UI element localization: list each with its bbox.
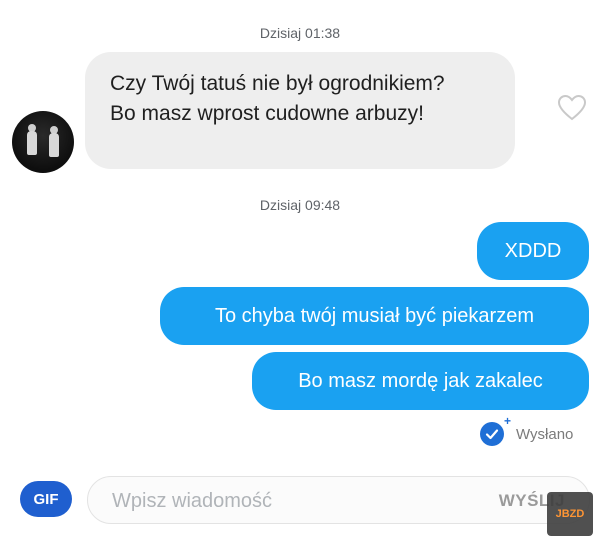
heart-icon[interactable]	[557, 94, 587, 122]
delivery-status: + Wysłano	[480, 414, 574, 449]
incoming-message-line: Bo masz wprost cudowne arbuzy!	[110, 102, 424, 125]
message-input[interactable]: Wpisz wiadomość WYŚLIJ	[87, 476, 590, 524]
plus-icon: +	[503, 414, 511, 428]
composer-bar: GIF Wpisz wiadomość WYŚLIJ	[0, 455, 600, 538]
outgoing-message[interactable]: Bo masz mordę jak zakalec	[252, 352, 589, 410]
message-input-placeholder: Wpisz wiadomość	[112, 490, 273, 512]
watermark-logo: JBZD	[547, 492, 593, 536]
avatar[interactable]	[12, 111, 74, 173]
timestamp: Dzisiaj 09:48	[259, 197, 341, 213]
check-circle-icon: +	[480, 414, 511, 446]
incoming-message[interactable]: Czy Twój tatuś nie był ogrodnikiem? Bo m…	[85, 52, 515, 169]
gif-button[interactable]: GIF	[20, 481, 72, 517]
status-label: Wysłano	[516, 425, 574, 443]
outgoing-message[interactable]: XDDD	[477, 222, 589, 280]
timestamp: Dzisiaj 01:38	[259, 25, 341, 41]
incoming-message-line: Czy Twój tatuś nie był ogrodnikiem?	[110, 72, 445, 95]
outgoing-message[interactable]: To chyba twój musiał być piekarzem	[160, 287, 589, 345]
